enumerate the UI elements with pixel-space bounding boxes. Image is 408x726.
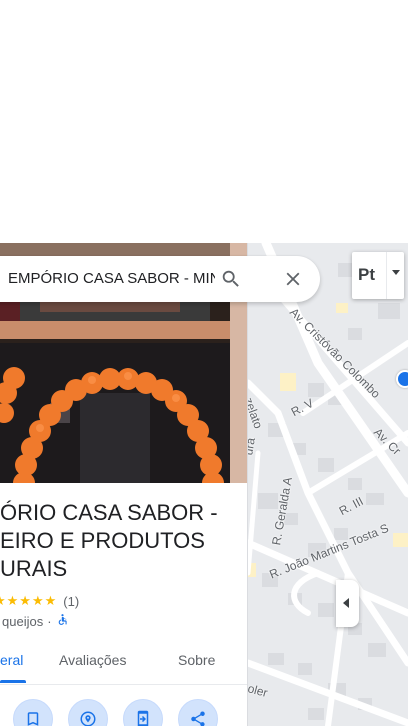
wheelchair-accessible-icon — [56, 613, 69, 629]
place-category[interactable]: queijos — [2, 614, 43, 629]
tab-overview[interactable]: eral — [0, 643, 23, 683]
nearby-button[interactable] — [68, 699, 108, 726]
category-row: queijos · — [2, 612, 69, 630]
save-button[interactable] — [13, 699, 53, 726]
rating-row[interactable]: ★★★★★ (1) — [0, 592, 79, 610]
tab-reviews[interactable]: Avaliações — [59, 643, 126, 683]
search-icon[interactable] — [220, 268, 242, 290]
place-tabs: eral Avaliações Sobre — [0, 643, 247, 685]
active-tab-indicator — [0, 680, 26, 683]
place-title-line: URAIS — [0, 556, 68, 581]
map-graphics — [248, 243, 408, 726]
star-rating-icon: ★★★★★ — [0, 593, 58, 608]
chevron-down-icon[interactable] — [386, 252, 404, 299]
input-tools-button[interactable]: Pt — [352, 252, 404, 299]
send-to-phone-icon — [137, 710, 149, 726]
collapse-panel-button[interactable] — [336, 580, 359, 627]
place-title-line: EIRO E PRODUTOS — [0, 528, 205, 553]
place-pin-icon[interactable] — [396, 370, 408, 388]
input-tools-label: Pt — [358, 265, 375, 284]
separator-dot: · — [47, 613, 52, 629]
share-button[interactable] — [178, 699, 218, 726]
review-count[interactable]: (1) — [63, 594, 79, 609]
tab-about[interactable]: Sobre — [178, 643, 215, 683]
nearby-icon — [80, 711, 96, 726]
send-to-phone-button[interactable] — [123, 699, 163, 726]
maps-window: Av. Cristóvão Colombo Av. Cr R. V R. Ger… — [0, 0, 408, 726]
search-box: EMPÓRIO CASA SABOR - MINI — [0, 256, 320, 302]
share-icon — [191, 711, 205, 726]
place-panel: ÓRIO CASA SABOR - EIRO E PRODUTOS URAIS … — [0, 243, 248, 726]
search-input[interactable]: EMPÓRIO CASA SABOR - MINI — [8, 256, 215, 302]
bookmark-icon — [27, 712, 39, 726]
map-canvas[interactable]: Av. Cristóvão Colombo Av. Cr R. V R. Ger… — [248, 243, 408, 726]
close-icon[interactable] — [282, 268, 304, 290]
place-title-line: ÓRIO CASA SABOR - — [0, 500, 218, 525]
place-title: ÓRIO CASA SABOR - EIRO E PRODUTOS URAIS — [0, 499, 242, 583]
